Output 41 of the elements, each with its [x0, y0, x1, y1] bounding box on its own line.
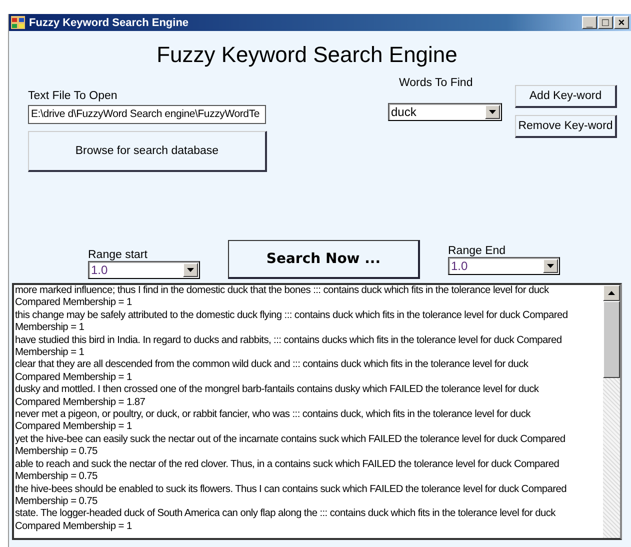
- browse-button[interactable]: Browse for search database: [28, 131, 267, 172]
- result-line: clear that they are all descended from the common wild duck and ::: contains duck which fits in the tolerance level for duck: [15, 359, 530, 372]
- result-line: able to reach and suck the nectar of the red clover. Thus, in a contains suck which FAILED the tolerance level for duck Compared: [15, 458, 560, 472]
- membership-line: Membership = 0.75: [15, 496, 98, 508]
- app-icon: [11, 16, 25, 29]
- window-title: Fuzzy Keyword Search Engine: [29, 16, 190, 28]
- result-line: never met a pigeon, or poultry, or duck, or rabbit fancier, who was ::: contains duck, which fits in the tolerance level for duck: [15, 409, 532, 422]
- app-heading: Fuzzy Keyword Search Engine: [156, 42, 458, 67]
- file-path-field[interactable]: E:\drive d\FuzzyWord Search engine\FuzzyWordTe: [28, 105, 266, 124]
- result-line: have studied this bird in India. In regard to ducks and rabbits, ::: contains ducks which fits in the tolerance level for duck Compared: [15, 334, 563, 348]
- maximize-button[interactable]: □: [598, 16, 613, 29]
- membership-line: Compared Membership = 1: [15, 372, 133, 384]
- membership-line: Membership = 1: [15, 322, 86, 335]
- result-line: more marked influence; thus I find in the domestic duck that the bones ::: contains duck which fits in the tolerance level for duck: [15, 285, 550, 298]
- membership-line: Membership = 0.75: [15, 446, 98, 459]
- add-keyword-button[interactable]: Add Key-word: [515, 85, 617, 108]
- scroll-up-icon[interactable]: [603, 285, 620, 301]
- result-line: yet the hive-bee can easily suck the nectar out of the incarnate contains suck which FAILED the tolerance level for duck Compared: [15, 434, 566, 446]
- close-button[interactable]: ×: [614, 16, 629, 29]
- range-start-label: Range start: [88, 249, 148, 261]
- minimize-button[interactable]: _: [582, 16, 597, 29]
- result-line: the hive-bees should be enabled to suck its flowers. Thus I can contains suck which FAILED the tolerance level for duck Compared: [15, 484, 568, 496]
- file-label: Text File To Open: [28, 90, 118, 102]
- membership-line: Compared Membership = 1: [15, 297, 133, 310]
- search-button[interactable]: Search Now ...: [228, 240, 420, 279]
- result-line: this change may be safely attributed to the domestic duck flying ::: contains duck which fits in the tolerance level for duck Compared: [15, 310, 569, 322]
- dropdown-field[interactable]: duck: [388, 103, 502, 121]
- membership-line: Membership = 0.75: [15, 471, 98, 484]
- membership-line: Compared Membership = 1: [15, 421, 133, 434]
- dropdown-field[interactable]: 1.0: [88, 261, 200, 279]
- result-line: state. The logger-headed duck of South America can only flap along the ::: contains duck which fits in the tolerance level for duck: [15, 508, 556, 521]
- dropdown-field[interactable]: 1.0: [448, 257, 560, 275]
- range-end-label: Range End: [448, 245, 507, 257]
- scrollbar[interactable]: [603, 285, 620, 538]
- words-label: Words To Find: [399, 77, 474, 89]
- result-line: dusky and mottled. I then crossed one of the mongrel barb-fantails contains dusky which FAILED the tolerance level for duck: [15, 384, 540, 397]
- scroll-thumb[interactable]: [603, 301, 620, 378]
- membership-line: Compared Membership = 1: [15, 520, 133, 534]
- membership-line: Membership = 1: [15, 347, 86, 360]
- membership-line: Compared Membership = 1.87: [15, 396, 146, 410]
- remove-keyword-button[interactable]: Remove Key-word: [515, 115, 617, 138]
